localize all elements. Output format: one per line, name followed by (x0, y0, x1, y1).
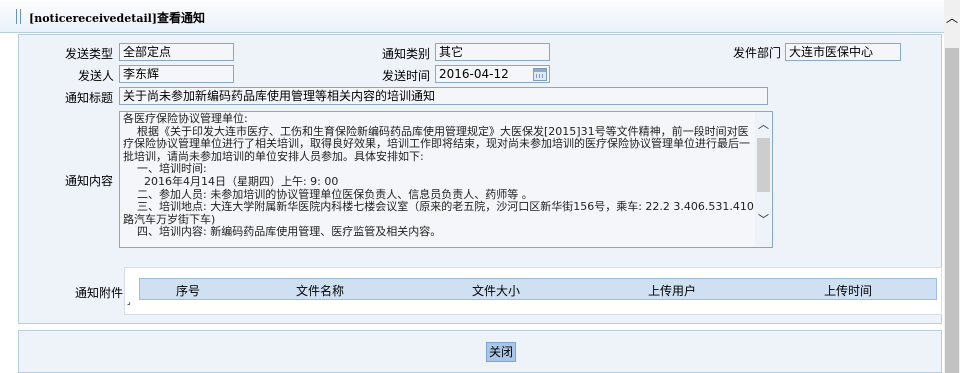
scroll-down-icon[interactable]: ﹀ (755, 212, 772, 228)
attachments-grid: 序号 文件名称 文件大小 上传用户 上传时间 ⌟ (124, 267, 942, 315)
column-header[interactable]: 上传用户 (648, 282, 696, 299)
page-scrollbar-thumb[interactable] (945, 48, 959, 373)
send-department-field[interactable]: 大连市医保中心 (785, 43, 901, 61)
page-title: [noticereceivedetail]查看通知 (29, 9, 205, 26)
column-header[interactable]: 文件名称 (296, 282, 344, 299)
attachments-panel: 通知附件 序号 文件名称 文件大小 上传用户 上传时间 ⌟ (18, 258, 942, 324)
resize-corner-icon: ⌟ (127, 297, 131, 306)
attachments-label: 通知附件 (75, 286, 124, 300)
content-scrollbar[interactable]: ︿ ﹀ (755, 112, 772, 247)
send-time-field[interactable]: 2016-04-12 (435, 65, 550, 83)
attachments-header-row: 序号 文件名称 文件大小 上传用户 上传时间 (139, 278, 937, 300)
column-header[interactable]: 文件大小 (472, 282, 520, 299)
page-title-bar: [noticereceivedetail]查看通知 (0, 0, 944, 33)
notice-content-label: 通知内容 (65, 174, 114, 188)
column-header[interactable]: 序号 (176, 282, 200, 299)
notice-category-label: 通知类别 (382, 47, 431, 61)
page-scrollbar[interactable]: ︿ (944, 0, 960, 373)
send-type-field[interactable]: 全部定点 (119, 43, 234, 61)
page-code: [noticereceivedetail] (29, 12, 158, 25)
notice-content-text: 各医疗保险协议管理单位: 根据《关于印发大连市医疗、工伤和生育保险新编码药品库使… (123, 112, 754, 239)
close-button[interactable]: 关闭 (486, 342, 516, 362)
notice-form: 发送类型 全部定点 通知类别 其它 发件部门 大连市医保中心 发送人 李东辉 发… (18, 34, 942, 259)
sender-label: 发送人 (78, 69, 115, 83)
button-bar: 关闭 (18, 330, 942, 373)
column-header[interactable]: 上传时间 (824, 282, 872, 299)
content-scrollbar-thumb[interactable] (757, 138, 770, 192)
notice-title-field[interactable]: 关于尚未参加新编码药品库使用管理等相关内容的培训通知 (119, 87, 768, 105)
page-title-text: 查看通知 (157, 11, 206, 25)
send-time-value: 2016-04-12 (439, 67, 509, 81)
scroll-up-icon[interactable]: ︿ (755, 117, 772, 133)
scroll-up-icon[interactable]: ︿ (944, 10, 960, 26)
sender-field[interactable]: 李东辉 (119, 65, 234, 83)
send-type-label: 发送类型 (65, 47, 114, 61)
notice-content-textarea[interactable]: 各医疗保险协议管理单位: 根据《关于印发大连市医疗、工伤和生育保险新编码药品库使… (119, 111, 773, 248)
calendar-icon[interactable] (533, 68, 547, 81)
title-marker (16, 9, 21, 24)
notice-title-label: 通知标题 (65, 91, 114, 105)
send-time-label: 发送时间 (382, 69, 431, 83)
notice-category-field[interactable]: 其它 (435, 43, 550, 61)
send-department-label: 发件部门 (733, 46, 782, 60)
